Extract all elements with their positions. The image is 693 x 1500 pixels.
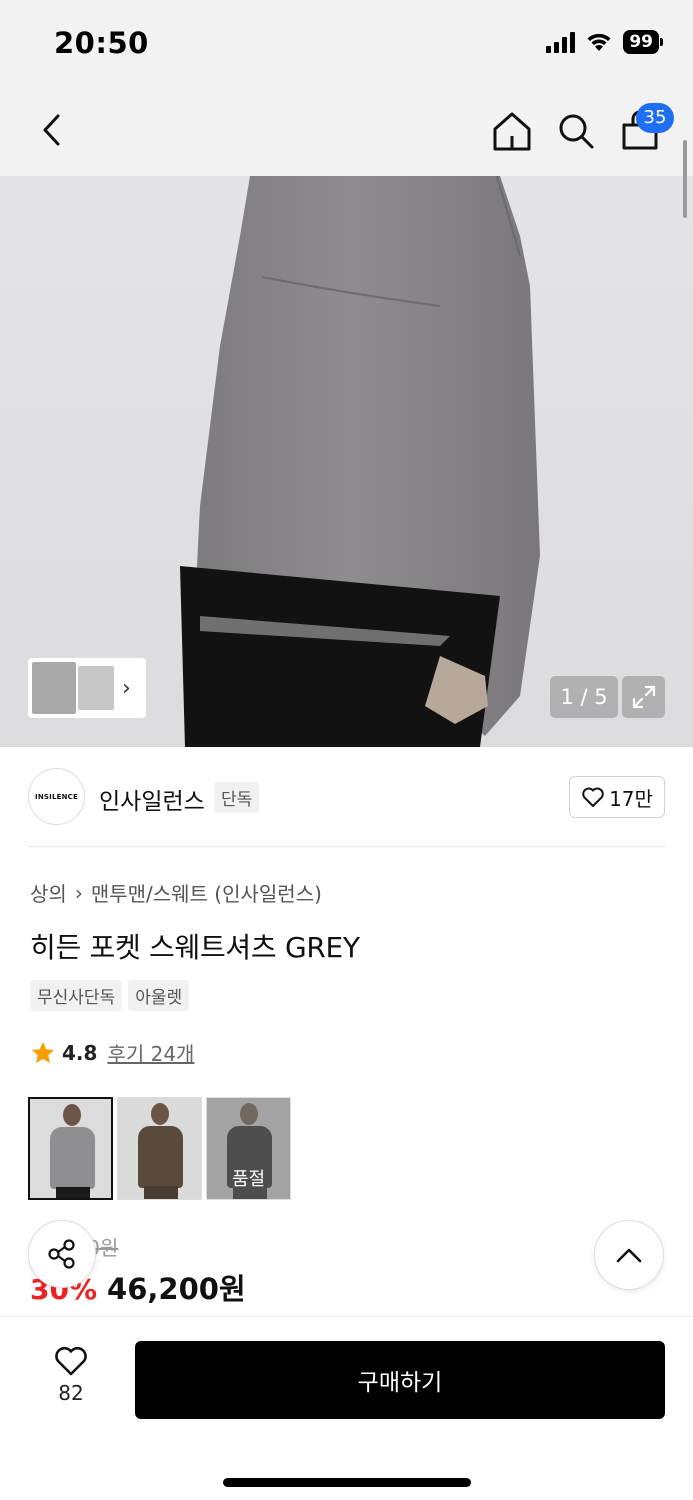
brand-like-button[interactable]: 17만 xyxy=(569,776,665,818)
back-button[interactable] xyxy=(30,106,74,154)
color-option-brown[interactable] xyxy=(117,1097,202,1200)
gallery-thumbnail xyxy=(32,662,76,714)
breadcrumb: 상의 › 맨투맨/스웨트 (인사일런스) xyxy=(30,878,322,907)
scroll-indicator xyxy=(683,140,687,218)
wishlist-button[interactable]: 82 xyxy=(40,1345,102,1415)
fullscreen-button[interactable] xyxy=(622,676,665,718)
brand-like-count: 17만 xyxy=(609,786,653,811)
review-count-link[interactable]: 후기 24개 xyxy=(107,1038,194,1067)
chevron-up-icon xyxy=(616,1248,642,1263)
rating-row: 4.8 후기 24개 xyxy=(30,1038,194,1067)
status-icons: 99 xyxy=(546,30,663,54)
wishlist-count: 82 xyxy=(58,1381,84,1405)
wifi-icon xyxy=(587,33,611,51)
home-indicator xyxy=(223,1478,471,1487)
status-time: 20:50 xyxy=(54,26,149,60)
model-figure xyxy=(138,1126,183,1188)
sold-out-overlay: 품절 xyxy=(207,1098,290,1199)
color-options: 품절 xyxy=(28,1097,291,1200)
color-option-black[interactable]: 품절 xyxy=(206,1097,291,1200)
gallery-thumbnail-strip[interactable]: › xyxy=(28,658,146,718)
product-tag: 무신사단독 xyxy=(30,980,123,1011)
status-bar: 20:50 99 xyxy=(0,0,693,88)
search-icon xyxy=(559,114,594,149)
bottom-action-bar: 82 구매하기 xyxy=(0,1316,693,1500)
product-tags: 무신사단독 아울렛 xyxy=(30,980,190,1011)
product-title: 히든 포켓 스웨트셔츠 GREY xyxy=(30,931,360,964)
home-icon xyxy=(493,112,531,151)
star-icon xyxy=(32,1041,54,1063)
brand-exclusive-tag: 단독 xyxy=(214,782,260,813)
scroll-to-top-button[interactable] xyxy=(594,1220,664,1290)
divider xyxy=(28,846,665,847)
brand-logo-text: INSILENCE xyxy=(35,792,78,801)
brand-row: INSILENCE 인사일런스 단독 17만 xyxy=(28,768,665,826)
product-tag: 아울렛 xyxy=(128,980,190,1011)
battery-icon: 99 xyxy=(623,30,663,54)
share-button[interactable] xyxy=(28,1220,96,1288)
chevron-left-icon xyxy=(43,114,60,146)
heart-icon xyxy=(582,787,604,807)
expand-icon xyxy=(632,685,655,709)
model-head xyxy=(63,1104,81,1126)
color-option-grey[interactable] xyxy=(28,1097,113,1200)
cart-count-badge: 35 xyxy=(636,103,674,133)
model-legs xyxy=(144,1186,178,1199)
gallery-thumbnail xyxy=(78,666,114,710)
buy-button[interactable]: 구매하기 xyxy=(135,1341,665,1419)
chevron-right-icon: › xyxy=(122,675,131,701)
breadcrumb-item-subcategory[interactable]: 맨투맨/스웨트 (인사일런스) xyxy=(91,878,322,907)
heart-icon xyxy=(55,1346,87,1376)
search-button[interactable] xyxy=(554,108,598,154)
brand-logo[interactable]: INSILENCE xyxy=(28,768,85,825)
rating-value: 4.8 xyxy=(62,1040,98,1065)
share-icon xyxy=(48,1239,75,1269)
cellular-signal-icon xyxy=(546,31,576,53)
sold-out-label: 품절 xyxy=(231,1169,266,1190)
image-page-counter: 1 / 5 xyxy=(550,676,618,718)
breadcrumb-item-category[interactable]: 상의 xyxy=(30,878,67,907)
model-head xyxy=(151,1103,169,1125)
home-button[interactable] xyxy=(490,108,534,154)
model-legs xyxy=(56,1187,90,1198)
sale-price: 46,200원 xyxy=(107,1272,246,1306)
brand-name[interactable]: 인사일런스 xyxy=(99,782,205,816)
chevron-right-icon: › xyxy=(74,880,83,905)
top-nav-bar xyxy=(0,88,693,176)
model-figure xyxy=(50,1127,95,1189)
